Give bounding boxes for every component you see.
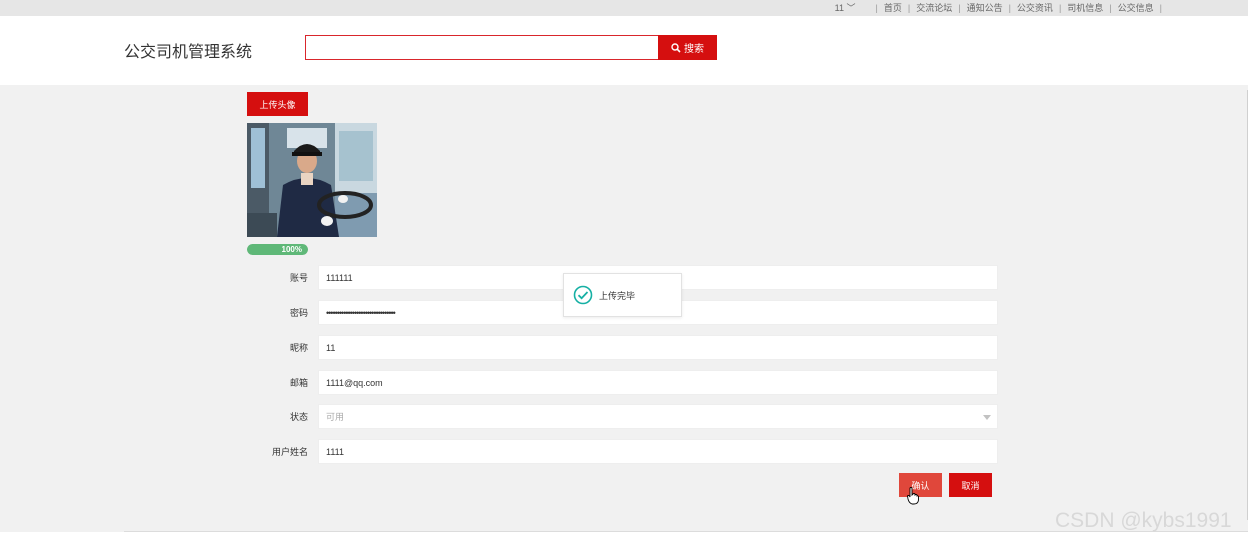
nav-driver-info[interactable]: 司机信息 bbox=[1067, 1, 1103, 14]
driver-photo bbox=[247, 123, 377, 237]
nav-separator: | bbox=[875, 2, 878, 13]
search-button-label: 搜索 bbox=[684, 44, 704, 55]
nav-notice[interactable]: 通知公告 bbox=[967, 1, 1003, 14]
search-input[interactable] bbox=[305, 35, 659, 60]
account-label: 账号 bbox=[289, 273, 308, 283]
cancel-button[interactable]: 取消 bbox=[949, 473, 992, 497]
top-bar: 11 ﹀ | 首页 | 交流论坛 | 通知公告 | 公交资讯 | 司机信息 | … bbox=[0, 0, 1248, 16]
nav-bus-info[interactable]: 公交信息 bbox=[1118, 1, 1154, 14]
check-circle-icon bbox=[573, 285, 593, 305]
nickname-value: 11 bbox=[326, 342, 336, 353]
search-icon bbox=[671, 42, 681, 53]
avatar-image bbox=[247, 123, 377, 237]
realname-value: 1111 bbox=[326, 446, 345, 457]
nav-news[interactable]: 公交资讯 bbox=[1017, 1, 1053, 14]
confirm-button[interactable]: 确认 bbox=[899, 473, 942, 497]
chevron-down-icon: ﹀ bbox=[846, 3, 856, 13]
upload-complete-toast: 上传完毕 bbox=[563, 273, 682, 317]
email-label: 邮箱 bbox=[289, 378, 308, 388]
watermark: CSDN @kybs1991 bbox=[1055, 509, 1232, 532]
account-value: 111111 bbox=[326, 272, 353, 283]
nav-forum[interactable]: 交流论坛 bbox=[916, 1, 952, 14]
status-label: 状态 bbox=[289, 412, 308, 422]
nav-separator: | bbox=[1008, 2, 1011, 13]
password-label: 密码 bbox=[289, 308, 308, 318]
nav-separator: | bbox=[1159, 2, 1162, 13]
nickname-input[interactable]: 11 bbox=[318, 335, 998, 360]
email-value: 1111@qq.com bbox=[326, 377, 383, 388]
realname-input[interactable]: 1111 bbox=[318, 439, 998, 464]
form-row-realname: 用户姓名 1111 bbox=[240, 439, 1000, 464]
upload-avatar-button[interactable]: 上传头像 bbox=[247, 92, 308, 116]
dropdown-arrow-icon bbox=[983, 415, 991, 420]
form-row-email: 邮箱 1111@qq.com bbox=[240, 370, 1000, 395]
email-input[interactable]: 1111@qq.com bbox=[318, 370, 998, 395]
status-value: 可用 bbox=[326, 412, 345, 422]
upload-progress-bar: 100% bbox=[247, 244, 308, 255]
nav-separator: | bbox=[1058, 2, 1062, 13]
user-name: 11 bbox=[834, 3, 844, 13]
nav-separator: | bbox=[1109, 2, 1112, 13]
site-title: 公交司机管理系统 bbox=[124, 44, 253, 61]
search-button[interactable]: 搜索 bbox=[658, 35, 717, 60]
nav-separator: | bbox=[958, 2, 961, 13]
status-select[interactable]: 可用 bbox=[318, 404, 998, 429]
form-row-status: 状态 可用 bbox=[240, 404, 1000, 429]
hand-cursor-icon bbox=[907, 487, 919, 505]
upload-progress-fill: 100% bbox=[247, 244, 308, 255]
upload-progress-label: 100% bbox=[281, 245, 302, 254]
nickname-label: 昵称 bbox=[289, 343, 308, 353]
nav-separator: | bbox=[907, 2, 911, 13]
form-row-nickname: 昵称 11 bbox=[240, 335, 1000, 360]
top-nav: 11 ﹀ | 首页 | 交流论坛 | 通知公告 | 公交资讯 | 司机信息 | … bbox=[835, 1, 1168, 14]
password-value: •••••••••••••••••••••••••••••••• bbox=[326, 307, 396, 318]
nav-home[interactable]: 首页 bbox=[884, 1, 902, 14]
user-menu[interactable]: 11 ﹀ bbox=[835, 1, 856, 14]
toast-message: 上传完毕 bbox=[599, 290, 636, 301]
header: 公交司机管理系统 搜索 bbox=[0, 16, 1248, 85]
realname-label: 用户姓名 bbox=[271, 447, 308, 457]
